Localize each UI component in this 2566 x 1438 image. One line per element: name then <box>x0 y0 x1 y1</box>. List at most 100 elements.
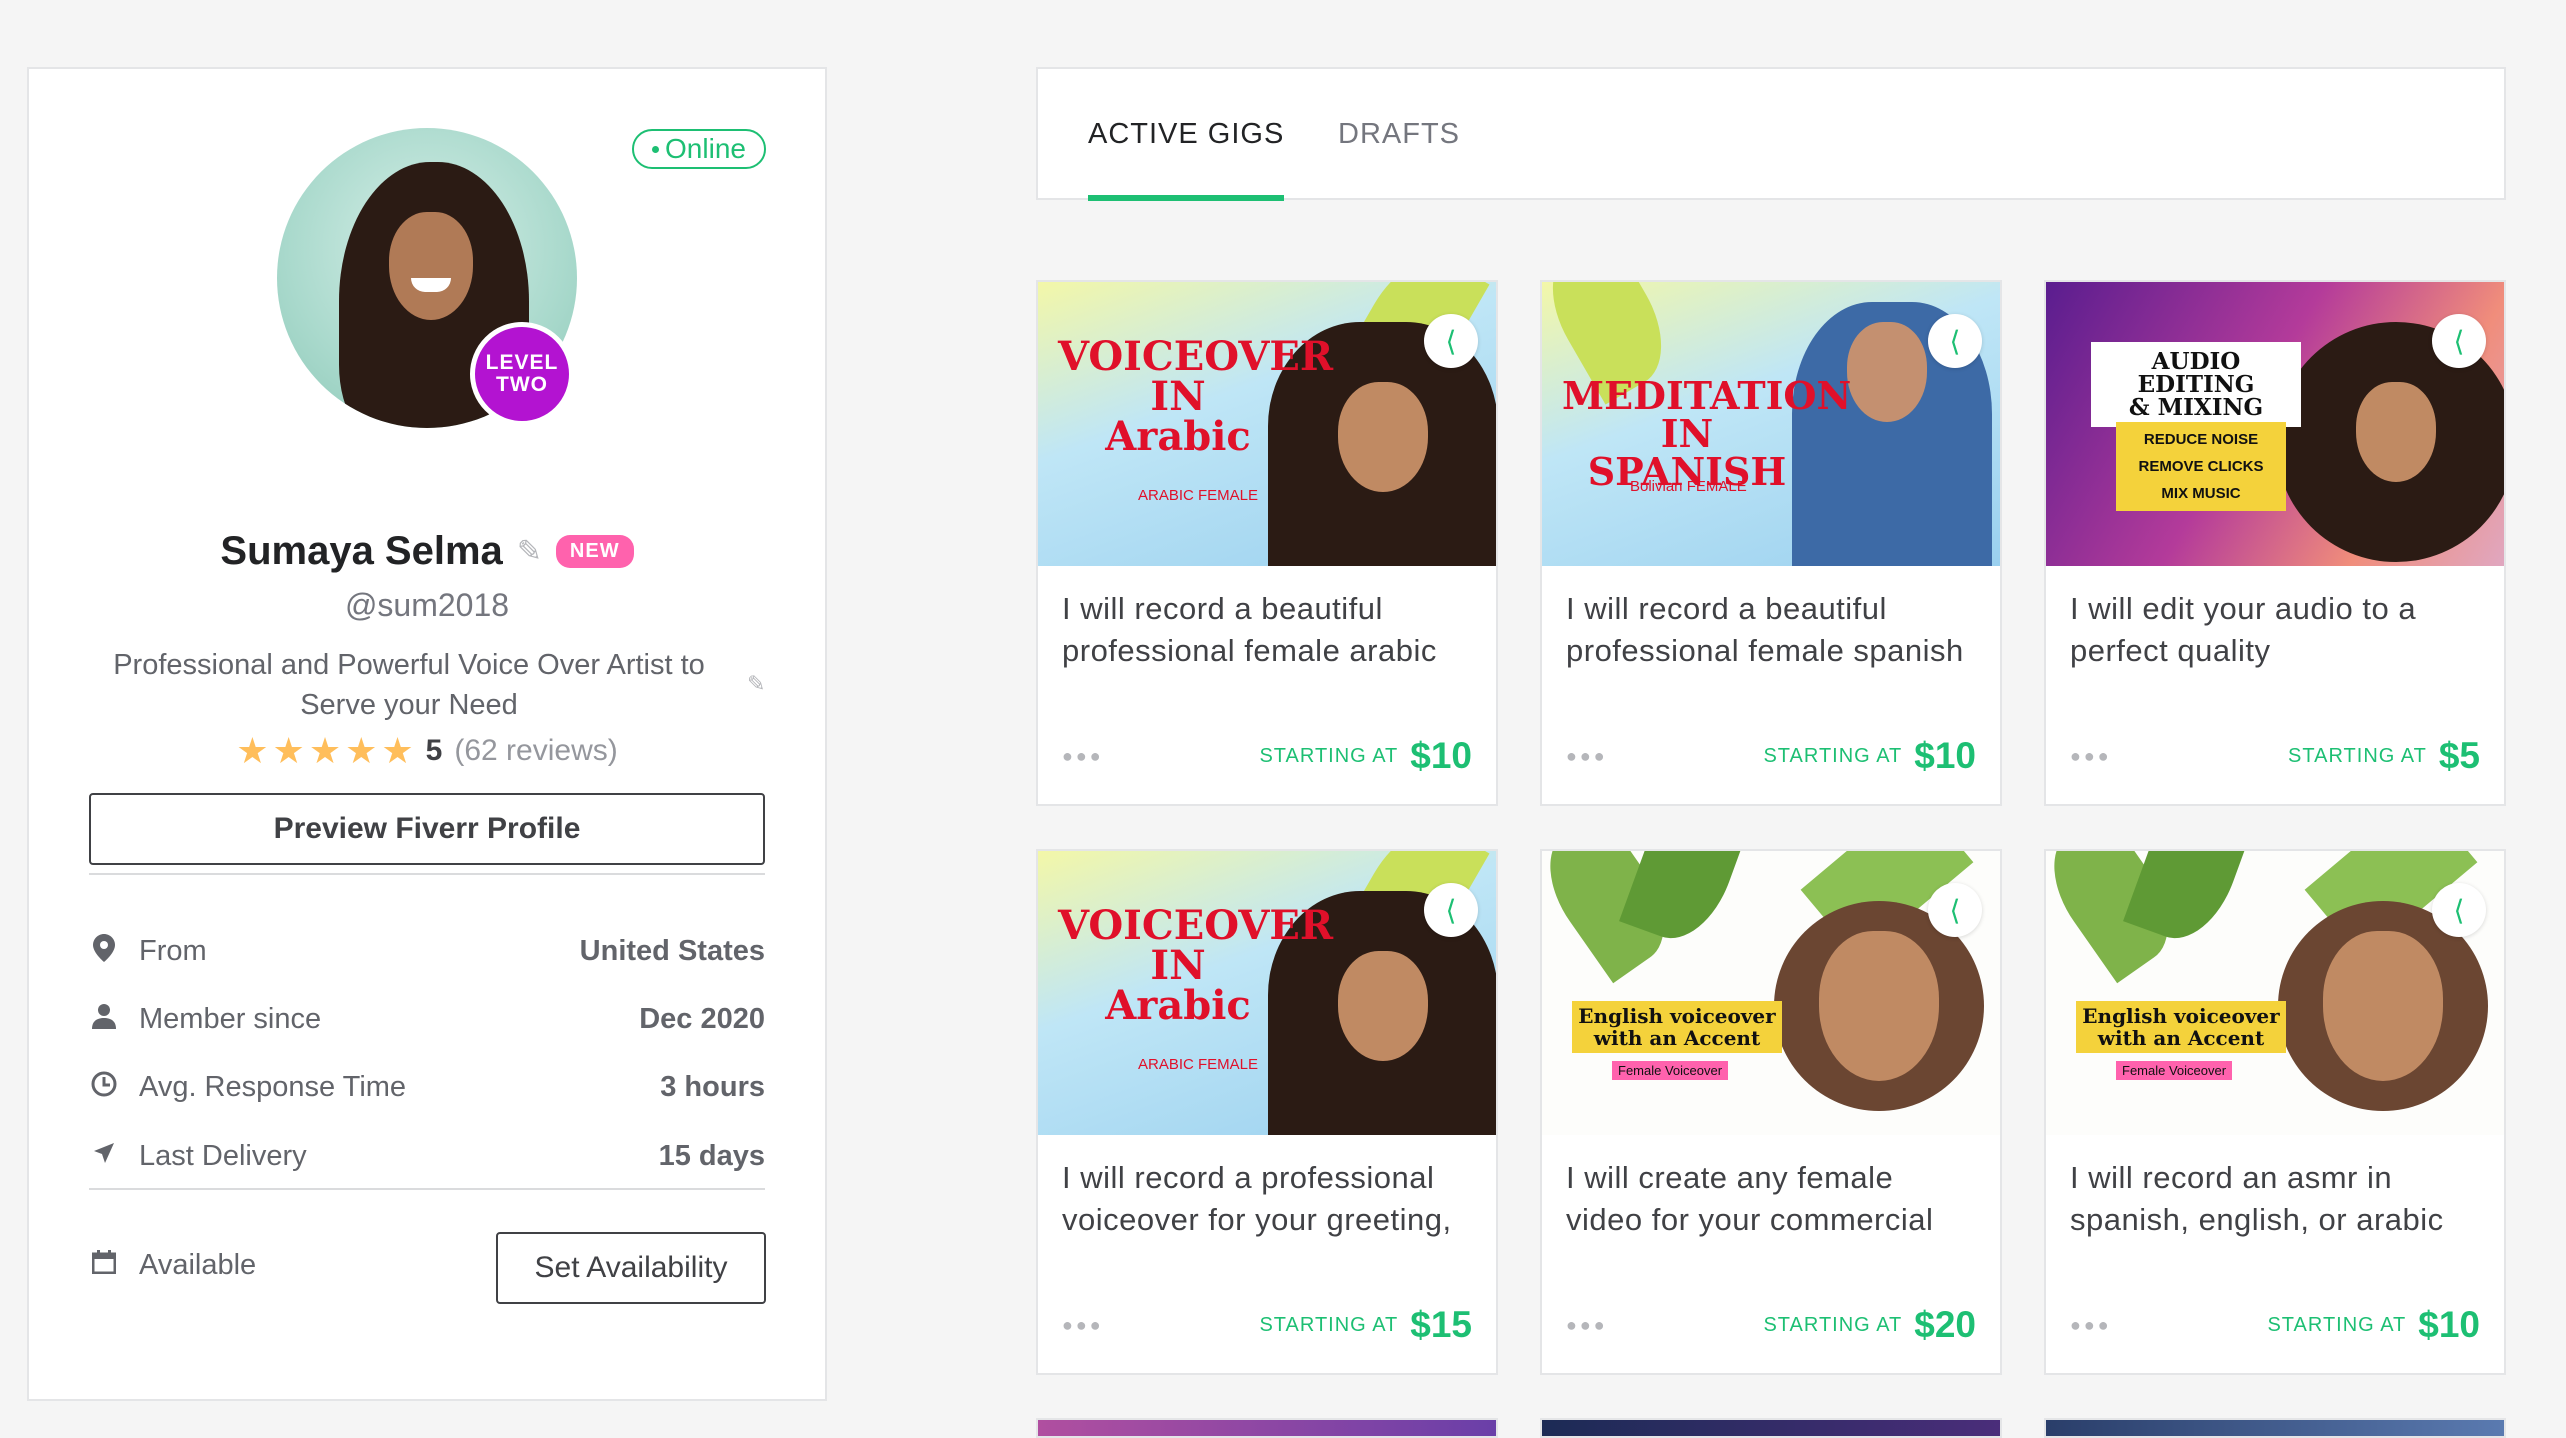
gig-price: $10 <box>1410 735 1472 776</box>
gig-thumbnail[interactable]: VOICEOVER IN Arabic ARABIC FEMALE ⟨ <box>1038 282 1496 566</box>
online-status-badge: Online <box>632 129 766 169</box>
star-icon: ★ <box>308 730 342 771</box>
thumb-bullet: REMOVE CLICKS <box>2138 458 2264 475</box>
set-availability-button[interactable]: Set Availability <box>496 1232 766 1304</box>
thumb-subtitle: Female Voiceover <box>1612 1061 1729 1080</box>
stat-row-response-time: Avg. Response Time 3 hours <box>89 1067 765 1107</box>
edit-name-pencil-icon[interactable]: ✎ <box>517 534 542 569</box>
starting-at-label: STARTING AT <box>1259 744 1399 767</box>
share-icon[interactable]: ⟨ <box>1424 883 1478 937</box>
thumb-bullet: MIX MUSIC <box>2161 485 2241 502</box>
share-icon[interactable]: ⟨ <box>1928 883 1982 937</box>
gig-thumbnail[interactable]: English voiceover with an Accent Female … <box>2046 851 2504 1135</box>
thumb-title-line: IN <box>1150 373 1206 420</box>
gig-title[interactable]: I will record an asmr in spanish, englis… <box>2070 1157 2480 1241</box>
gig-title[interactable]: I will record a beautiful professional f… <box>1062 588 1472 672</box>
seller-level-badge: LEVEL TWO <box>470 322 574 426</box>
more-options-icon[interactable]: ●●● <box>1566 746 1763 767</box>
thumb-title-box: AUDIO EDITING & MIXING <box>2091 342 2301 427</box>
gig-thumbnail[interactable]: AUDIO EDITING & MIXING REDUCE NOISE REMO… <box>2046 282 2504 566</box>
gig-title[interactable]: I will edit your audio to a perfect qual… <box>2070 588 2480 672</box>
thumb-title-line: Arabic <box>1105 413 1251 460</box>
thumb-bullet: REDUCE NOISE <box>2143 431 2259 448</box>
share-icon[interactable]: ⟨ <box>2432 883 2486 937</box>
gig-footer: ●●● STARTING AT $10 <box>2070 1301 2480 1349</box>
name-row: Sumaya Selma ✎ NEW <box>29 529 825 574</box>
level-badge-line2: TWO <box>496 373 548 396</box>
thumb-title-line: VOICEOVER <box>1058 902 1334 949</box>
gig-card[interactable]: VOICEOVER IN Arabic ARABIC FEMALE ⟨ I wi… <box>1036 280 1498 806</box>
gig-card[interactable]: English voiceover with an Accent Female … <box>1540 849 2002 1375</box>
seller-profile-card: Online LEVEL TWO Sumaya Selma ✎ NEW @sum… <box>27 67 827 1401</box>
gig-footer: ●●● STARTING AT $10 <box>1062 732 1472 780</box>
thumb-title-line: MEDITATION <box>1562 373 1852 418</box>
thumb-subtitle: ARABIC FEMALE <box>1138 487 1259 504</box>
thumb-title-box: English voiceover with an Accent <box>2076 1001 2286 1053</box>
stat-label: Member since <box>139 1002 322 1035</box>
gig-price: $15 <box>1410 1304 1472 1345</box>
gig-thumbnail[interactable]: English voiceover with an Accent Female … <box>1542 851 2000 1135</box>
stat-label: From <box>139 934 207 967</box>
thumb-title-line: IN <box>1150 942 1206 989</box>
starting-at-label: STARTING AT <box>1259 1313 1399 1336</box>
gig-card-partial[interactable] <box>1036 1418 1498 1438</box>
user-name: Sumaya Selma <box>220 529 503 573</box>
stat-value: United States <box>579 934 765 967</box>
rating-row: ★ ★ ★ ★ ★ 5 (62 reviews) <box>29 733 825 769</box>
stat-label: Avg. Response Time <box>139 1070 407 1103</box>
gig-title[interactable]: I will create any female video for your … <box>1566 1157 1976 1241</box>
send-icon <box>89 1141 119 1172</box>
gig-title[interactable]: I will record a beautiful professional f… <box>1566 588 1976 672</box>
share-icon[interactable]: ⟨ <box>1424 314 1478 368</box>
share-icon[interactable]: ⟨ <box>2432 314 2486 368</box>
more-options-icon[interactable]: ●●● <box>1566 1315 1763 1336</box>
thumb-title-line: VOICEOVER <box>1058 333 1334 380</box>
clock-icon <box>89 1071 119 1104</box>
preview-fiverr-profile-button[interactable]: Preview Fiverr Profile <box>89 793 765 865</box>
divider <box>89 1188 765 1190</box>
more-options-icon[interactable]: ●●● <box>1062 1315 1259 1336</box>
more-options-icon[interactable]: ●●● <box>2070 1315 2267 1336</box>
gig-footer: ●●● STARTING AT $20 <box>1566 1301 1976 1349</box>
online-label: Online <box>665 133 746 164</box>
gig-thumbnail[interactable]: MEDITATION IN SPANISH Bolivian FEMALE ⟨ <box>1542 282 2000 566</box>
profile-tagline: Professional and Powerful Voice Over Art… <box>113 649 705 721</box>
divider <box>89 873 765 875</box>
thumb-title-line: AUDIO EDITING <box>2137 348 2255 398</box>
location-pin-icon <box>89 933 119 969</box>
thumb-title-box: English voiceover with an Accent <box>1572 1001 1782 1053</box>
rating-reviews-count: (62 reviews) <box>454 734 618 767</box>
gig-price: $10 <box>1914 735 1976 776</box>
gig-footer: ●●● STARTING AT $10 <box>1566 732 1976 780</box>
thumb-subtitle: Bolivian FEMALE <box>1630 478 1747 495</box>
gig-thumbnail[interactable]: VOICEOVER IN Arabic ARABIC FEMALE ⟨ <box>1038 851 1496 1135</box>
star-icon: ★ <box>381 730 414 771</box>
thumb-title-line: English voiceover <box>2082 1004 2280 1028</box>
tab-active-gigs[interactable]: ACTIVE GIGS <box>1088 69 1285 201</box>
online-dot-icon <box>652 145 660 153</box>
starting-at-label: STARTING AT <box>1763 744 1903 767</box>
user-icon <box>89 1003 119 1036</box>
star-icon: ★ <box>236 730 269 771</box>
gigs-tabs: ACTIVE GIGS DRAFTS <box>1036 67 2506 201</box>
thumb-title-line: with an Accent <box>1593 1026 1761 1050</box>
more-options-icon[interactable]: ●●● <box>1062 746 1259 767</box>
calendar-icon <box>89 1250 119 1281</box>
gig-footer: ●●● STARTING AT $5 <box>2070 732 2480 780</box>
stat-row-last-delivery: Last Delivery 15 days <box>89 1136 765 1176</box>
gig-card[interactable]: VOICEOVER IN Arabic ARABIC FEMALE ⟨ I wi… <box>1036 849 1498 1375</box>
gig-price: $5 <box>2438 735 2480 776</box>
gig-card-partial[interactable] <box>2044 1418 2506 1438</box>
gig-card[interactable]: English voiceover with an Accent Female … <box>2044 849 2506 1375</box>
gig-card-partial[interactable] <box>1540 1418 2002 1438</box>
more-options-icon[interactable]: ●●● <box>2070 746 2288 767</box>
thumb-bullet-list: REDUCE NOISE REMOVE CLICKS MIX MUSIC <box>2116 422 2286 511</box>
share-icon[interactable]: ⟨ <box>1928 314 1982 368</box>
tab-drafts[interactable]: DRAFTS <box>1338 69 1460 200</box>
gig-title[interactable]: I will record a professional voiceover f… <box>1062 1157 1472 1241</box>
edit-tagline-pencil-icon[interactable]: ✎ <box>747 671 765 697</box>
gig-card[interactable]: AUDIO EDITING & MIXING REDUCE NOISE REMO… <box>2044 280 2506 806</box>
stat-row-from: From United States <box>89 931 765 971</box>
gig-card[interactable]: MEDITATION IN SPANISH Bolivian FEMALE ⟨ … <box>1540 280 2002 806</box>
availability-status: Available <box>89 1249 256 1282</box>
